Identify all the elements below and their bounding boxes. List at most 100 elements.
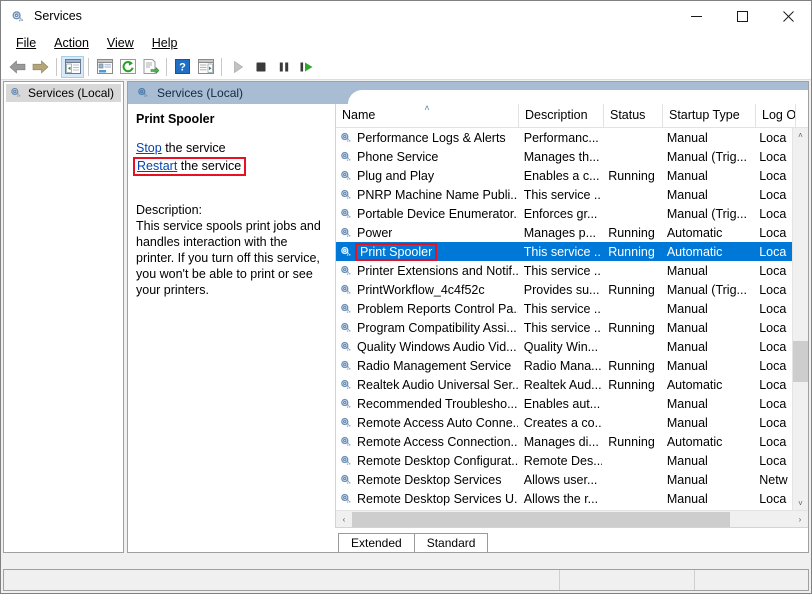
service-name: PrintWorkflow_4c4f52c [357, 282, 485, 297]
service-gear-icon [339, 473, 353, 487]
menu-help-label: Help [151, 35, 178, 50]
table-row[interactable]: Recommended Troublesho... Enables aut... M… [336, 394, 793, 413]
cell-description: This service ... [523, 263, 603, 278]
table-row[interactable]: Remote Access Connection... Manages di...… [336, 432, 793, 451]
cell-description: Realtek Aud... [523, 377, 602, 392]
menu-action[interactable]: Action [45, 35, 98, 52]
service-gear-icon [339, 359, 353, 373]
cell-name: Remote Access Connection... [336, 435, 518, 449]
service-gear-icon [339, 226, 353, 240]
cell-startup-type: Manual [666, 168, 708, 183]
cell-name: Quality Windows Audio Vid... [336, 340, 518, 354]
column-header-startup-type[interactable]: Startup Type [663, 104, 756, 128]
table-row[interactable]: Remote Desktop Services Allows user... Man… [336, 470, 793, 489]
scroll-down-button[interactable]: ˅ [793, 496, 808, 511]
show-hide-console-tree-icon[interactable] [61, 55, 84, 78]
table-row[interactable]: Program Compatibility Assi... This servic… [336, 318, 793, 337]
cell-name: Plug and Play [336, 169, 518, 183]
menu-view[interactable]: View [98, 35, 143, 52]
services-gear-icon [136, 86, 150, 100]
table-row[interactable]: Power Manages p... Running Automatic Loca [336, 223, 793, 242]
table-row[interactable]: Realtek Audio Universal Ser... Realtek Au… [336, 375, 793, 394]
cell-name: Phone Service [336, 150, 518, 164]
service-gear-icon [339, 492, 353, 506]
menu-file[interactable]: File [7, 35, 45, 52]
column-header-label: Name [342, 108, 376, 122]
table-row[interactable]: Phone Service Manages th... Manual (Trig..… [336, 147, 793, 166]
tab-standard[interactable]: Standard [413, 533, 489, 552]
help-icon[interactable]: ? [171, 56, 194, 78]
service-name: Printer Extensions and Notif... [357, 263, 518, 278]
table-row[interactable]: Print Spooler This service ... Running Auto… [336, 242, 793, 261]
cell-log-on-as: Loca [759, 225, 787, 240]
restart-service-suffix: the service [177, 159, 242, 173]
start-service-icon[interactable] [226, 56, 249, 78]
show-hide-action-pane-icon[interactable] [194, 56, 217, 78]
restart-service-icon[interactable] [295, 56, 318, 78]
cell-name: Problem Reports Control Pa... [336, 302, 518, 316]
vertical-scroll-thumb[interactable] [793, 341, 808, 382]
cell-log-on-as: Loca [759, 491, 787, 506]
scroll-up-button[interactable]: ˄ [793, 128, 808, 143]
stop-service-suffix: the service [161, 141, 226, 155]
cell-description: Creates a co... [523, 415, 603, 430]
cell-log-on-as: Loca [759, 358, 787, 373]
scroll-left-button[interactable]: ‹ [336, 511, 352, 527]
pause-service-icon[interactable] [272, 56, 295, 78]
column-header-name[interactable]: Name ˄ [336, 104, 519, 128]
cell-status: Running [608, 168, 655, 183]
export-list-icon[interactable] [139, 56, 162, 78]
back-icon[interactable] [6, 56, 29, 78]
service-name: PNRP Machine Name Publi... [357, 187, 518, 202]
minimize-button[interactable] [673, 1, 719, 32]
maximize-button[interactable] [719, 1, 765, 32]
stop-service-link[interactable]: Stop [136, 141, 162, 155]
table-row[interactable]: Remote Desktop Services U... Allows the r… [336, 489, 793, 508]
view-tabs: Extended Standard [335, 527, 808, 552]
scroll-right-button[interactable]: › [792, 511, 808, 527]
column-header-description[interactable]: Description [519, 104, 604, 128]
cell-log-on-as: Loca [759, 187, 787, 202]
close-button[interactable] [765, 1, 811, 32]
cell-description: Manages th... [523, 149, 600, 164]
cell-description: This service ... [523, 301, 603, 316]
service-gear-icon [339, 245, 353, 259]
cell-name: Print Spooler [336, 242, 518, 261]
cell-log-on-as: Loca [759, 282, 787, 297]
table-row[interactable]: Radio Management Service Radio Mana... Run… [336, 356, 793, 375]
vertical-scrollbar[interactable]: ˄ ˅ [792, 128, 808, 511]
service-gear-icon [339, 340, 353, 354]
table-row[interactable]: Quality Windows Audio Vid... Quality Win.… [336, 337, 793, 356]
cell-startup-type: Manual [666, 415, 708, 430]
refresh-icon[interactable] [116, 56, 139, 78]
table-row[interactable]: Printer Extensions and Notif... This serv… [336, 261, 793, 280]
cell-description: Enables aut... [523, 396, 601, 411]
table-row[interactable]: Problem Reports Control Pa... This servic… [336, 299, 793, 318]
tab-extended[interactable]: Extended [338, 533, 415, 552]
service-gear-icon [339, 169, 353, 183]
service-details-panel: Print Spooler Stop the service Restart t… [128, 104, 335, 527]
table-row[interactable]: Remote Access Auto Conne... Creates a co.… [336, 413, 793, 432]
properties-icon[interactable] [93, 56, 116, 78]
table-row[interactable]: Remote Desktop Configurat... Remote Des..… [336, 451, 793, 470]
horizontal-scroll-thumb[interactable] [352, 511, 730, 527]
service-name: Power [357, 225, 393, 240]
table-row[interactable]: PrintWorkflow_4c4f52c Provides su... Runni… [336, 280, 793, 299]
cell-startup-type: Automatic [666, 244, 723, 259]
menu-file-label: File [16, 35, 37, 50]
menu-help[interactable]: Help [143, 35, 187, 52]
horizontal-scrollbar[interactable]: ‹ › [336, 510, 808, 527]
tree-node-services-local[interactable]: Services (Local) [6, 84, 121, 102]
forward-icon[interactable] [29, 56, 52, 78]
column-header-status[interactable]: Status [604, 104, 663, 128]
table-row[interactable]: Portable Device Enumerator... Enforces gr… [336, 204, 793, 223]
restart-service-link[interactable]: Restart [137, 159, 177, 173]
status-bar [3, 569, 809, 591]
cell-log-on-as: Loca [759, 301, 787, 316]
table-row[interactable]: Performance Logs & Alerts Performanc... Ma… [336, 128, 793, 147]
table-row[interactable]: PNRP Machine Name Publi... This service .… [336, 185, 793, 204]
stop-service-icon[interactable] [249, 56, 272, 78]
service-description-block: Description: This service spools print j… [136, 202, 325, 298]
table-row[interactable]: Plug and Play Enables a c... Running Manual… [336, 166, 793, 185]
column-header-log-o[interactable]: Log O [756, 104, 796, 128]
